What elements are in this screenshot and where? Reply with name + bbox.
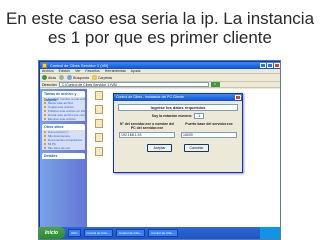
back-arrow-icon (42, 75, 47, 80)
explorer-title: Control de Cibes Servidor 1 (VB) (50, 63, 109, 68)
menu-ver[interactable]: Ver (75, 69, 80, 73)
screenshot: Control de Cibes Servidor 1 (VB) Archivo… (38, 60, 281, 240)
server-input[interactable]: 192.168.1.33 (119, 132, 175, 138)
start-button[interactable]: Inicio (39, 227, 65, 239)
accept-button[interactable]: Aceptar (147, 144, 172, 152)
port-label: Puerto base del servidor.exe (185, 122, 233, 126)
server-label: N° del servidor.exe o nombre del PC del … (119, 122, 175, 130)
search-label: Búsqueda (73, 75, 89, 80)
task-pane: Tareas de archivo y carpeta Cambiar nomb… (40, 89, 87, 228)
instance-label: Soy la estación número: (151, 114, 193, 118)
address-label: Dirección (42, 82, 57, 87)
details-panel: Detalles (42, 153, 85, 159)
taskbar: Inicio HDC Control de Cibe... Control de… (39, 227, 280, 239)
clock (271, 231, 272, 235)
menu-ayuda[interactable]: Ayuda (131, 69, 141, 73)
folders-button[interactable]: Carpetas (91, 75, 113, 81)
file-tasks-panel: Tareas de archivo y carpeta Cambiar nomb… (42, 91, 85, 121)
forward-button[interactable] (59, 75, 65, 81)
folders-icon (91, 75, 97, 80)
dialog-close-button[interactable] (235, 95, 241, 100)
search-icon (67, 75, 73, 80)
connection-fields: N° del servidor.exe o nombre del PC del … (119, 122, 237, 138)
slide-title-line-1: En este caso esa seria la ip. La instanc… (5, 9, 315, 28)
forward-arrow-icon (59, 75, 65, 80)
file-item[interactable] (91, 119, 107, 128)
search-button[interactable]: Búsqueda (67, 75, 89, 81)
instance-input[interactable]: 1 (194, 113, 205, 119)
dialog-header: Ingrese los datos requeridos (118, 104, 238, 111)
taskbar-item[interactable]: Control de Cibe... (148, 229, 178, 237)
back-button[interactable]: Atrás (42, 75, 56, 81)
menu-favoritos[interactable]: Favoritos (85, 69, 99, 73)
slide-title: En este caso esa seria la ip. La instanc… (0, 9, 320, 47)
menu-herramientas[interactable]: Herramientas (105, 69, 126, 73)
task-delete[interactable]: Eliminar este archivo (42, 117, 85, 121)
instance-row: Soy la estación número: 1 (114, 113, 242, 119)
place-network[interactable]: Mis sitios de red (42, 146, 85, 150)
file-item[interactable] (91, 133, 107, 142)
system-tray[interactable] (260, 227, 280, 239)
taskbar-item[interactable]: HDC (68, 229, 81, 237)
details-heading[interactable]: Detalles (42, 153, 85, 159)
slide-title-line-2: es 1 por que es primer cliente (48, 28, 272, 47)
file-icon (95, 147, 103, 156)
folders-label: Carpetas (97, 75, 113, 80)
taskbar-item[interactable]: Control de Cibe... (115, 229, 146, 237)
installer-dialog: Control de Cibes - Instalador del PC Cli… (113, 93, 243, 173)
close-button[interactable] (274, 63, 280, 68)
minimize-button[interactable] (260, 63, 266, 68)
explorer-title-bar[interactable]: Control de Cibes Servidor 1 (VB) (40, 62, 280, 69)
dialog-title: Control de Cibes - Instalador del PC Cli… (116, 95, 184, 99)
address-bar: Dirección C:\Control de Cibes Servidor 1… (40, 82, 280, 88)
port-input[interactable]: 16000 (181, 132, 237, 138)
file-item[interactable] (91, 147, 107, 156)
taskbar-item[interactable]: Control de Cibe... (83, 229, 113, 237)
server-column: N° del servidor.exe o nombre del PC del … (119, 122, 175, 138)
file-icon (95, 119, 103, 128)
menu-archivo[interactable]: Archivo (42, 69, 54, 73)
maximize-button[interactable] (267, 63, 273, 68)
go-button[interactable]: Ir (210, 82, 220, 87)
menu-edicion[interactable]: Edición (59, 69, 70, 73)
file-item[interactable] (91, 91, 107, 100)
dialog-buttons: Aceptar Cancelar (114, 144, 242, 152)
other-places-panel: Otros sitios Disco local (C:) Mis docume… (42, 124, 85, 150)
file-icon (95, 105, 103, 114)
cancel-button[interactable]: Cancelar (184, 144, 209, 152)
port-column: Puerto base del servidor.exe 16000 (181, 122, 237, 138)
toolbar: Atrás Búsqueda Carpetas (40, 74, 280, 82)
address-field[interactable]: C:\Control de Cibes Servidor 1 (VB) (58, 82, 209, 87)
back-label: Atrás (48, 75, 57, 80)
dialog-title-bar[interactable]: Control de Cibes - Instalador del PC Cli… (114, 94, 242, 101)
folder-icon (42, 63, 47, 68)
file-icon (95, 91, 103, 100)
file-icon (95, 133, 103, 142)
file-item[interactable] (91, 105, 107, 114)
